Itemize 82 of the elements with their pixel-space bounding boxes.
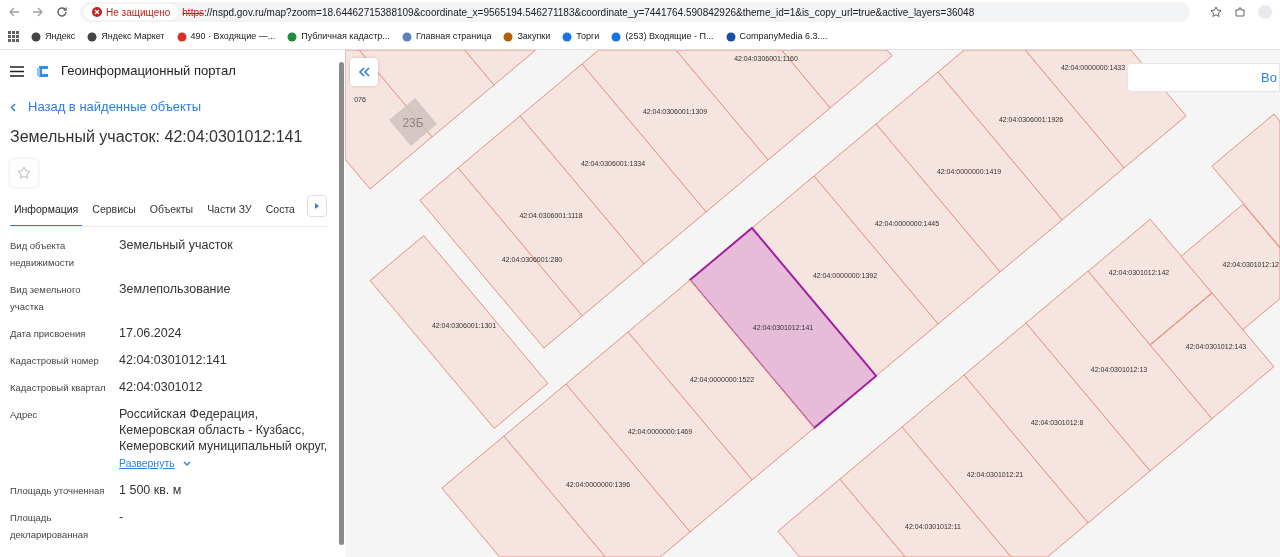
land-parcel[interactable] [457,115,645,317]
menu-icon[interactable] [10,65,24,77]
site-favicon-icon [176,31,187,42]
bookmark-link[interactable]: (253) Входящие - П... [611,29,714,44]
site-favicon-icon [401,31,412,42]
property-label: Вид земельного участка [10,283,82,314]
bookmark-link[interactable]: 490 · Входящие —... [176,29,276,44]
building-number: 23Б [402,116,424,130]
portal-title: Геоинформационный портал [61,62,236,81]
property-label: Дата присвоения [10,327,87,341]
tab[interactable]: Сервисы [88,195,140,226]
land-parcel[interactable] [813,123,1001,325]
bookmark-link[interactable]: Торги [562,29,600,44]
property-value: 1 500 кв. м [119,481,182,498]
land-parcel[interactable] [627,279,815,481]
land-parcel[interactable] [901,374,1089,557]
property-label: Кадастровый квартал [10,381,107,395]
site-favicon-icon [31,31,41,42]
property-value: - [119,508,124,525]
property-label: Адрес [10,408,39,422]
reload-icon[interactable] [56,6,68,18]
property-value: Российская Федерация, Кемеровская область - Кузбасс, Кемеровский муниципальный округ, [119,406,328,454]
map-panel-button[interactable]: Во [1127,63,1280,92]
extensions-icon[interactable] [1234,6,1246,18]
land-parcel[interactable] [1149,292,1275,420]
property-label: Площадь декларированная [10,510,90,542]
address-bar[interactable]: Не защищено https://nspd.gov.ru/map?zoom=18.64462715388109&coordinate_x=9565194.546271183&coordinate_y=7441764.590842926&theme_id=1&is_copy_url=true&active_layers=36048 [80,2,1190,22]
bookmark-link[interactable]: Яндекс Маркет [87,29,165,44]
site-favicon-icon [611,31,622,42]
property-value: 17.06.2024 [119,325,182,341]
land-parcel[interactable] [751,175,939,377]
site-favicon-icon [287,31,298,42]
triangle-right-icon [315,203,319,209]
tab[interactable]: Информация [10,195,83,226]
chevron-left-icon [10,102,16,112]
site-favicon-icon [503,31,514,42]
tab[interactable]: Части ЗУ [203,195,256,226]
url-text: https://nspd.gov.ru/map?zoom=18.64462715388109&coordinate_x=9565194.546271183&coordinate_y=7441764.590842926&theme_id=1&is_copy_url=true&active_layers=36048 [182,5,975,20]
back-icon[interactable] [8,6,20,18]
site-favicon-icon [725,31,736,42]
land-parcel[interactable] [565,331,753,533]
bookmark-link[interactable]: Закупки [503,29,551,44]
bookmark-link[interactable]: CompanyMedia 6.3.... [725,29,828,44]
property-value: Землепользование [119,281,231,297]
land-parcel[interactable] [777,478,906,557]
apps-grid-icon[interactable] [8,31,19,42]
not-secure-badge[interactable]: Не защищено [84,4,179,20]
land-parcel[interactable] [1211,113,1280,248]
portal-logo-icon [36,64,49,78]
land-parcel[interactable] [1087,218,1213,346]
land-parcel[interactable] [419,167,583,349]
site-favicon-icon [87,31,98,42]
bookmark-star-icon[interactable] [1210,6,1222,18]
bookmark-link[interactable]: Публичная кадастр... [287,29,390,44]
bookmark-link[interactable]: Главная страница [401,29,492,44]
forward-icon[interactable] [32,6,44,18]
property-value: 42:04:0301012 [119,379,203,395]
bookmark-link[interactable]: Яндекс [31,29,76,44]
favorite-button[interactable] [10,159,38,187]
land-parcel[interactable] [937,50,1125,221]
property-label: Кадастровый номер [10,354,100,368]
back-link[interactable]: Назад в найденные объекты [10,97,202,117]
property-value: 42:04:0301012:141 [119,352,227,368]
tabs-scroll-button[interactable] [307,195,327,217]
selected-land-parcel[interactable] [688,226,878,430]
property-label: Вид объекта недвижимости [10,239,76,270]
tab[interactable]: Соста [261,195,299,226]
object-heading: Земельный участок: 42:04:0301012:141 [10,127,304,147]
land-parcel[interactable] [1180,203,1280,331]
site-favicon-icon [562,31,573,42]
chevron-down-icon [182,460,191,467]
tab[interactable]: Объекты [145,195,198,226]
double-chevron-left-icon [358,67,370,77]
warning-icon [92,7,102,17]
scrollbar[interactable] [339,62,344,545]
collapse-panel-button[interactable] [350,58,378,86]
land-parcel[interactable] [503,383,691,557]
property-value: Земельный участок [119,237,233,253]
property-label: Площадь уточненная [10,483,106,498]
land-parcel[interactable] [875,71,1063,273]
expand-link[interactable]: Развернуть [119,456,328,472]
star-icon [17,166,31,180]
